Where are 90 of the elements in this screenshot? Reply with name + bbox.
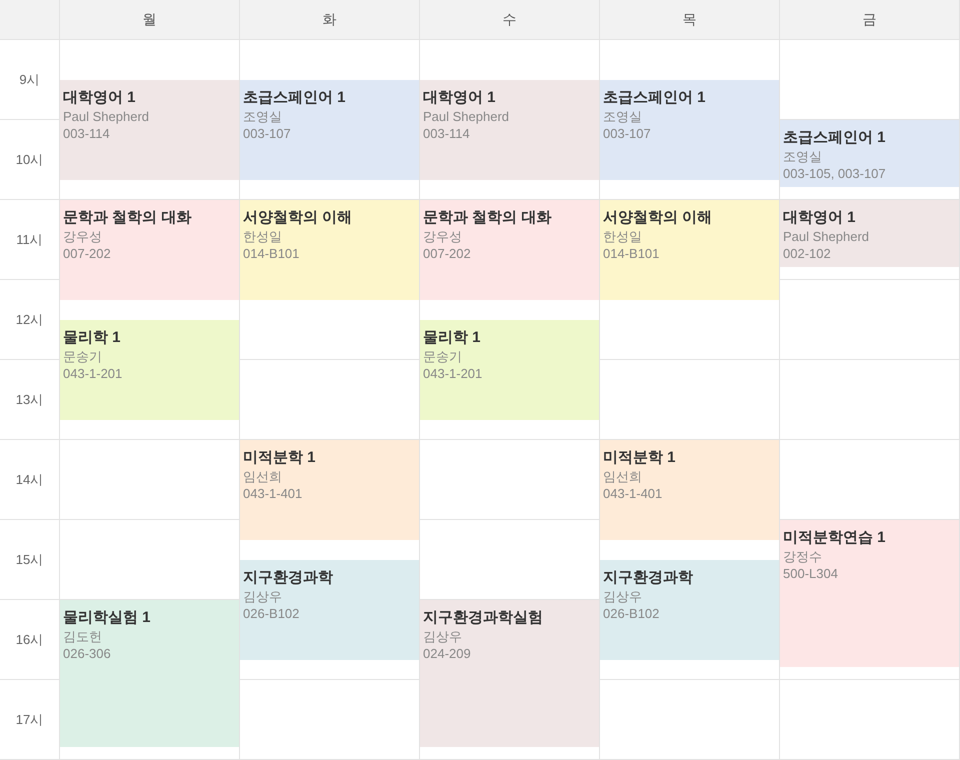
room-number: 003-105, 003-107 (783, 165, 886, 182)
instructor-name: 문송기 (423, 348, 462, 365)
instructor-name: 임선희 (243, 468, 282, 485)
course-title: 미적분학 1 (603, 448, 676, 468)
course-title: 초급스페인어 1 (783, 128, 886, 148)
instructor-name: 강우성 (63, 228, 102, 245)
course-title: 지구환경과학실험 (423, 608, 543, 628)
instructor-name: 임선희 (603, 468, 642, 485)
instructor-name: Paul Shepherd (423, 108, 510, 125)
course-block[interactable]: 지구환경과학실험 김상우 024-209 (420, 600, 599, 747)
hour-label: 10시 (0, 120, 59, 200)
instructor-name: 김도헌 (63, 628, 102, 645)
instructor-name: 김상우 (423, 628, 462, 645)
course-block[interactable]: 미적분학연습 1 강정수 500-L304 (780, 520, 959, 667)
day-header: 목 (600, 0, 780, 40)
room-number: 043-1-401 (243, 485, 302, 502)
day-header: 월 (60, 0, 240, 40)
course-title: 지구환경과학 (243, 568, 333, 588)
instructor-name: 김상우 (243, 588, 282, 605)
room-number: 026-B102 (243, 605, 300, 622)
course-block[interactable]: 문학과 철학의 대화 강우성 007-202 (60, 200, 239, 300)
course-title: 미적분학 1 (243, 448, 316, 468)
instructor-name: 강정수 (783, 548, 822, 565)
instructor-name: 김상우 (603, 588, 642, 605)
course-title: 물리학실험 1 (63, 608, 151, 628)
day-header: 금 (780, 0, 960, 40)
instructor-name: 한성일 (603, 228, 642, 245)
room-number: 043-1-201 (423, 365, 482, 382)
course-block[interactable]: 대학영어 1 Paul Shepherd 002-102 (780, 200, 959, 267)
day-header: 화 (240, 0, 420, 40)
room-number: 003-114 (63, 125, 110, 142)
instructor-name: Paul Shepherd (63, 108, 150, 125)
room-number: 026-B102 (603, 605, 660, 622)
course-title: 서양철학의 이해 (243, 208, 352, 228)
room-number: 043-1-401 (603, 485, 662, 502)
hour-label: 17시 (0, 680, 59, 760)
course-block[interactable]: 지구환경과학 김상우 026-B102 (240, 560, 419, 660)
room-number: 014-B101 (603, 245, 660, 262)
course-title: 초급스페인어 1 (603, 88, 706, 108)
hour-label: 16시 (0, 600, 59, 680)
day-header: 수 (420, 0, 600, 40)
room-number: 007-202 (423, 245, 471, 262)
hour-label: 14시 (0, 440, 59, 520)
course-block[interactable]: 대학영어 1 Paul Shepherd 003-114 (420, 80, 599, 180)
course-title: 물리학 1 (63, 328, 121, 348)
instructor-name: Paul Shepherd (783, 228, 870, 245)
course-title: 미적분학연습 1 (783, 528, 886, 548)
room-number: 003-107 (603, 125, 651, 142)
course-block[interactable]: 초급스페인어 1 조영실 003-107 (600, 80, 779, 180)
room-number: 003-107 (243, 125, 291, 142)
hour-label: 11시 (0, 200, 59, 280)
course-title: 지구환경과학 (603, 568, 693, 588)
room-number: 007-202 (63, 245, 111, 262)
instructor-name: 조영실 (783, 148, 822, 165)
instructor-name: 강우성 (423, 228, 462, 245)
course-block[interactable]: 초급스페인어 1 조영실 003-107 (240, 80, 419, 180)
room-number: 002-102 (783, 245, 831, 262)
course-title: 문학과 철학의 대화 (63, 208, 192, 228)
course-block[interactable]: 미적분학 1 임선희 043-1-401 (600, 440, 779, 540)
course-block[interactable]: 물리학 1 문송기 043-1-201 (420, 320, 599, 420)
course-block[interactable]: 대학영어 1 Paul Shepherd 003-114 (60, 80, 239, 180)
course-block[interactable]: 지구환경과학 김상우 026-B102 (600, 560, 779, 660)
instructor-name: 문송기 (63, 348, 102, 365)
course-block[interactable]: 물리학실험 1 김도헌 026-306 (60, 600, 239, 747)
course-block[interactable]: 미적분학 1 임선희 043-1-401 (240, 440, 419, 540)
instructor-name: 조영실 (603, 108, 642, 125)
hour-label: 15시 (0, 520, 59, 600)
course-block[interactable]: 서양철학의 이해 한성일 014-B101 (240, 200, 419, 300)
course-block[interactable]: 초급스페인어 1 조영실 003-105, 003-107 (780, 120, 959, 187)
course-title: 물리학 1 (423, 328, 481, 348)
room-number: 500-L304 (783, 565, 838, 582)
room-number: 003-114 (423, 125, 470, 142)
room-number: 024-209 (423, 645, 471, 662)
hour-label: 12시 (0, 280, 59, 360)
hour-label: 13시 (0, 360, 59, 440)
room-number: 026-306 (63, 645, 111, 662)
course-title: 대학영어 1 (783, 208, 856, 228)
room-number: 014-B101 (243, 245, 300, 262)
course-title: 대학영어 1 (423, 88, 496, 108)
instructor-name: 조영실 (243, 108, 282, 125)
instructor-name: 한성일 (243, 228, 282, 245)
course-title: 초급스페인어 1 (243, 88, 346, 108)
course-block[interactable]: 문학과 철학의 대화 강우성 007-202 (420, 200, 599, 300)
course-title: 대학영어 1 (63, 88, 136, 108)
course-title: 문학과 철학의 대화 (423, 208, 552, 228)
room-number: 043-1-201 (63, 365, 122, 382)
course-block[interactable]: 물리학 1 문송기 043-1-201 (60, 320, 239, 420)
course-title: 서양철학의 이해 (603, 208, 712, 228)
hour-label: 9시 (0, 40, 59, 120)
course-block[interactable]: 서양철학의 이해 한성일 014-B101 (600, 200, 779, 300)
